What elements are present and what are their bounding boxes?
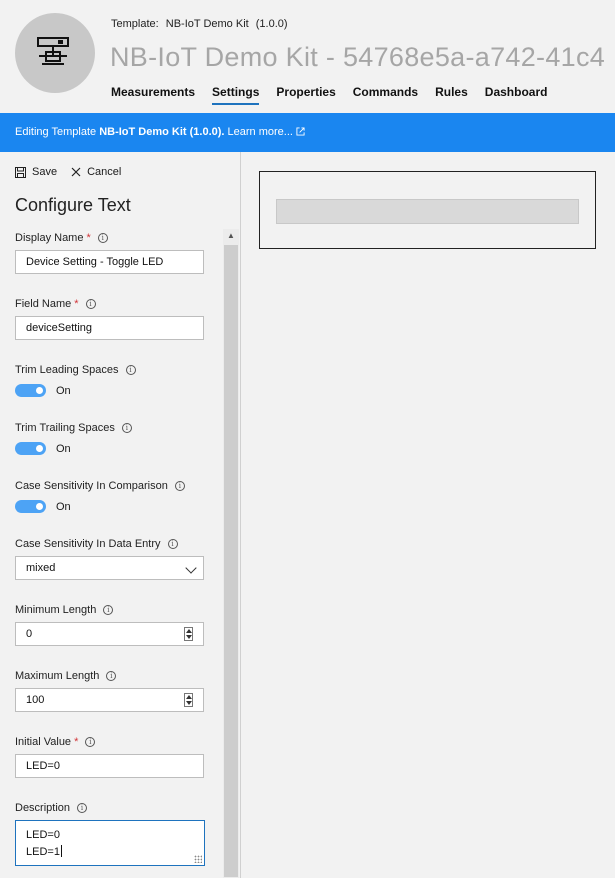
trim-trailing-toggle[interactable] (15, 442, 46, 455)
min-length-label-text: Minimum Length (15, 604, 97, 616)
min-length-input[interactable]: 0 (15, 622, 204, 646)
max-length-label: Maximum Length i (15, 670, 117, 682)
description-label: Description i (15, 802, 88, 814)
trim-leading-label: Trim Leading Spaces i (15, 364, 136, 376)
chevron-down-icon (185, 562, 197, 574)
case-entry-label-text: Case Sensitivity In Data Entry (15, 538, 161, 550)
spinner-arrows-icon[interactable] (184, 693, 193, 707)
device-avatar (15, 13, 95, 93)
resize-grip-icon[interactable] (194, 855, 202, 863)
initial-value-label: Initial Value * i (15, 736, 96, 748)
info-icon[interactable]: i (167, 539, 178, 549)
min-length-label: Minimum Length i (15, 604, 114, 616)
external-link-icon[interactable] (296, 127, 305, 136)
info-icon[interactable]: i (97, 233, 108, 243)
scroll-up-arrow-icon[interactable]: ▲ (223, 229, 239, 243)
max-length-input[interactable]: 100 (15, 688, 204, 712)
cancel-label: Cancel (87, 166, 122, 178)
min-length-value: 0 (26, 628, 33, 640)
description-textarea[interactable]: LED=0 LED=1 (15, 820, 205, 866)
info-icon[interactable]: i (103, 605, 114, 615)
editing-template-banner: Editing Template NB-IoT Demo Kit (1.0.0)… (0, 113, 615, 152)
case-comparison-label-text: Case Sensitivity In Comparison (15, 480, 168, 492)
preview-canvas (241, 152, 615, 878)
spinner-arrows-icon[interactable] (184, 627, 193, 641)
display-name-label: Display Name * i (15, 232, 108, 244)
toggle-state: On (56, 442, 71, 455)
case-entry-label: Case Sensitivity In Data Entry i (15, 538, 178, 550)
template-label: Template: (111, 18, 159, 30)
trim-leading-label-text: Trim Leading Spaces (15, 364, 119, 376)
trim-trailing-toggle-row: On (15, 442, 71, 455)
tab-settings[interactable]: Settings (212, 85, 260, 105)
tab-commands[interactable]: Commands (353, 85, 418, 105)
save-button[interactable]: Save (15, 166, 57, 178)
info-icon[interactable]: i (125, 365, 136, 375)
required-marker: * (74, 736, 79, 748)
preview-text-field (276, 199, 579, 224)
close-icon (71, 167, 81, 177)
trim-trailing-label: Trim Trailing Spaces i (15, 422, 132, 434)
display-name-input[interactable]: Device Setting - Toggle LED (15, 250, 204, 274)
template-name: NB-IoT Demo Kit (165, 18, 249, 30)
trim-trailing-label-text: Trim Trailing Spaces (15, 422, 115, 434)
case-comparison-label: Case Sensitivity In Comparison i (15, 480, 185, 492)
banner-template-name: NB-IoT Demo Kit (1.0.0). (99, 126, 225, 138)
max-length-label-text: Maximum Length (15, 670, 100, 682)
info-icon[interactable]: i (85, 737, 96, 747)
max-length-value: 100 (26, 694, 45, 706)
description-line-2-wrap: LED=1 (26, 844, 194, 861)
field-name-input[interactable]: deviceSetting (15, 316, 204, 340)
trim-leading-toggle[interactable] (15, 384, 46, 397)
tab-properties[interactable]: Properties (276, 85, 335, 105)
device-network-icon (37, 37, 69, 65)
info-icon[interactable]: i (77, 803, 88, 813)
description-line-2: LED=1 (26, 846, 60, 858)
field-name-label-text: Field Name (15, 298, 72, 310)
description-label-text: Description (15, 802, 71, 814)
case-comparison-toggle-row: On (15, 500, 71, 513)
info-icon[interactable]: i (174, 481, 185, 491)
learn-more-link[interactable]: Learn more... (224, 126, 293, 138)
page-title: NB-IoT Demo Kit - 54768e5a-a742-41c4 (110, 42, 606, 72)
template-version: (1.0.0) (255, 18, 288, 30)
initial-value-label-text: Initial Value (15, 736, 72, 748)
initial-value-input[interactable]: LED=0 (15, 754, 204, 778)
configure-panel: Save Cancel Configure Text ▲ Display Nam… (0, 152, 241, 878)
scroll-thumb[interactable] (224, 245, 238, 877)
display-name-label-text: Display Name (15, 232, 84, 244)
required-marker: * (74, 298, 79, 310)
info-icon[interactable]: i (106, 671, 117, 681)
banner-prefix: Editing Template (15, 126, 100, 138)
page-header: Template: NB-IoT Demo Kit (1.0.0) NB-IoT… (0, 0, 615, 113)
panel-title: Configure Text (15, 195, 131, 215)
floppy-disk-icon (15, 166, 26, 178)
case-entry-select[interactable]: mixed (15, 556, 204, 580)
toggle-state: On (56, 500, 71, 513)
case-comparison-toggle[interactable] (15, 500, 46, 513)
text-caret (60, 845, 62, 857)
tab-measurements[interactable]: Measurements (111, 85, 195, 105)
cancel-button[interactable]: Cancel (71, 166, 121, 178)
tab-bar: Measurements Settings Properties Command… (111, 85, 564, 105)
info-icon[interactable]: i (85, 299, 96, 309)
save-label: Save (32, 166, 58, 178)
required-marker: * (86, 232, 91, 244)
description-line-1: LED=0 (26, 829, 60, 841)
preview-tile[interactable] (259, 171, 596, 249)
panel-scrollbar[interactable]: ▲ (223, 229, 239, 878)
info-icon[interactable]: i (121, 423, 132, 433)
toggle-state: On (56, 384, 71, 397)
panel-toolbar: Save Cancel (15, 166, 135, 178)
field-name-label: Field Name * i (15, 298, 96, 310)
tab-rules[interactable]: Rules (435, 85, 468, 105)
case-entry-value: mixed (26, 562, 56, 574)
trim-leading-toggle-row: On (15, 384, 71, 397)
template-info: Template: NB-IoT Demo Kit (1.0.0) (111, 18, 292, 30)
tab-dashboard[interactable]: Dashboard (485, 85, 548, 105)
